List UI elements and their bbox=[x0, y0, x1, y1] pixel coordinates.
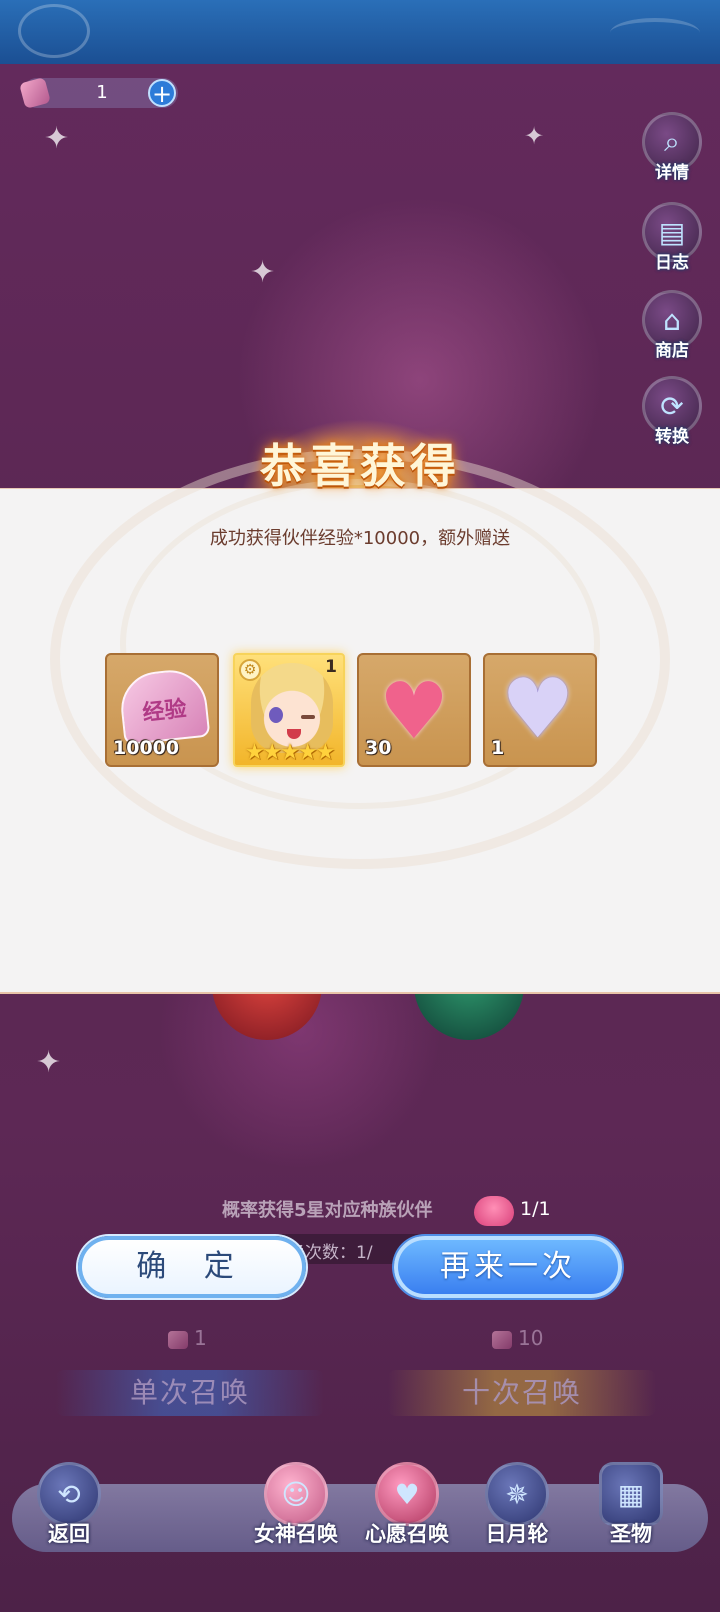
lips-icon bbox=[474, 1196, 514, 1226]
nav-wish-summon[interactable]: ♥ 心愿召唤 bbox=[352, 1462, 462, 1556]
gear-icon: ⚙ bbox=[239, 659, 261, 681]
ten-summon-cost: 10 bbox=[492, 1326, 543, 1350]
single-summon-button[interactable]: 单次召唤 bbox=[56, 1370, 324, 1416]
back-arrow-icon: ⟲ bbox=[37, 1462, 101, 1526]
details-button[interactable]: ⌕ 详情 bbox=[640, 112, 704, 192]
currency-bar: 1 + bbox=[19, 77, 178, 109]
sparkle-icon: ✦ bbox=[44, 121, 70, 156]
hero-card[interactable]: ⚙ 1 ★★★★★ bbox=[233, 653, 345, 767]
summon-gem-icon bbox=[492, 1330, 512, 1349]
hero-wink bbox=[301, 715, 315, 719]
summon-gem-icon bbox=[168, 1330, 188, 1349]
heart-icon: ♥ bbox=[375, 1462, 439, 1526]
summon-gem-icon bbox=[19, 77, 51, 109]
ten-cost-value: 10 bbox=[518, 1326, 544, 1350]
single-cost-value: 1 bbox=[194, 1326, 207, 1350]
single-summon-cost: 1 bbox=[168, 1326, 207, 1350]
nav-goddess-summon[interactable]: ☺ 女神召唤 bbox=[241, 1462, 351, 1556]
sun-moon-wheel-label: 日月轮 bbox=[485, 1522, 549, 1546]
pink-heart-item[interactable]: ♥ 30 bbox=[357, 653, 471, 767]
partner-exp-item[interactable]: 经验 10000 bbox=[105, 653, 219, 767]
confirm-button[interactable]: 确 定 bbox=[78, 1236, 306, 1298]
crystal-heart-item[interactable]: ♥ 1 bbox=[483, 653, 597, 767]
reward-title: 恭喜获得 bbox=[260, 439, 460, 493]
wish-count: 1/1 bbox=[520, 1198, 551, 1220]
shop-label: 商店 bbox=[655, 341, 689, 361]
nav-relic[interactable]: ▦ 圣物 bbox=[576, 1462, 686, 1556]
wave-decoration bbox=[610, 18, 700, 48]
relic-box-icon: ▦ bbox=[599, 1462, 663, 1526]
hero-eye bbox=[269, 707, 283, 723]
nav-sun-moon-wheel[interactable]: ✵ 日月轮 bbox=[462, 1462, 572, 1556]
back-button[interactable]: ⟲ 返回 bbox=[14, 1462, 124, 1556]
exp-crystal-text: 经验 bbox=[141, 695, 188, 727]
star-rating: ★★★★★ bbox=[244, 740, 336, 765]
back-label: 返回 bbox=[48, 1522, 90, 1546]
sparkle-icon: ✦ bbox=[250, 255, 276, 290]
heart-arrow-decoration bbox=[18, 4, 90, 58]
item-count: 30 bbox=[365, 737, 392, 759]
item-count: 1 bbox=[325, 657, 337, 677]
details-label: 详情 bbox=[655, 163, 689, 183]
log-label: 日志 bbox=[655, 253, 689, 273]
exp-crystal-icon: 经验 bbox=[117, 666, 211, 746]
ten-summon-button[interactable]: 十次召唤 bbox=[388, 1370, 656, 1416]
currency-value: 1 bbox=[96, 82, 108, 103]
log-button[interactable]: ▤ 日志 bbox=[640, 202, 704, 282]
top-bar bbox=[0, 0, 720, 64]
sparkle-icon: ✦ bbox=[36, 1045, 62, 1080]
goddess-portrait-icon: ☺ bbox=[264, 1462, 328, 1526]
item-count: 1 bbox=[491, 737, 505, 759]
item-count: 10000 bbox=[113, 737, 180, 759]
relic-label: 圣物 bbox=[610, 1522, 652, 1546]
add-currency-button[interactable]: + bbox=[148, 79, 176, 107]
wish-summon-label: 心愿召唤 bbox=[365, 1522, 449, 1546]
probability-text: 概率获得5星对应种族伙伴 bbox=[222, 1200, 433, 1221]
sparkle-icon: ✦ bbox=[524, 122, 545, 150]
compass-wheel-icon: ✵ bbox=[485, 1462, 549, 1526]
summon-again-button[interactable]: 再来一次 bbox=[394, 1236, 622, 1298]
convert-button[interactable]: ⟳ 转换 bbox=[640, 376, 704, 456]
reward-message: 成功获得伙伴经验*10000，额外赠送 bbox=[209, 528, 511, 549]
crystal-heart-icon: ♥ bbox=[501, 662, 575, 757]
convert-label: 转换 bbox=[655, 427, 689, 447]
shop-button[interactable]: ⌂ 商店 bbox=[640, 290, 704, 370]
goddess-summon-label: 女神召唤 bbox=[254, 1522, 338, 1546]
